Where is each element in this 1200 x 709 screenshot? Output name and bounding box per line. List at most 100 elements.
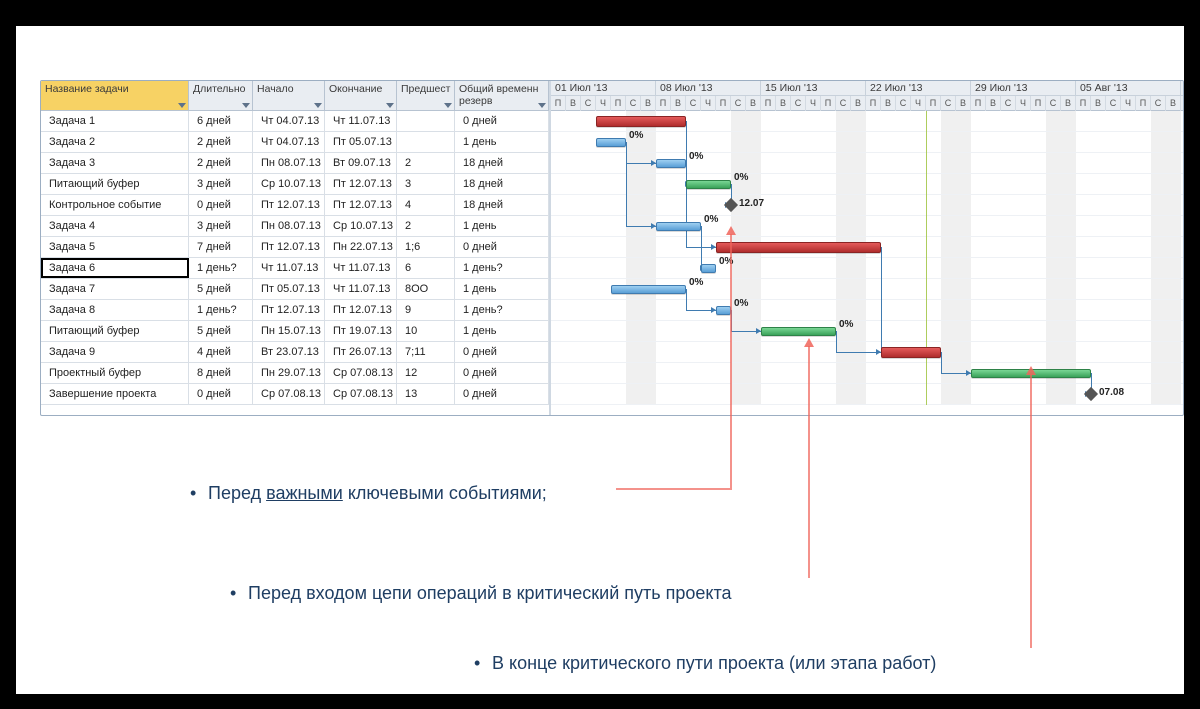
cell-duration[interactable]: 1 день? <box>189 300 253 320</box>
column-header-name[interactable]: Название задачи <box>41 81 189 110</box>
cell-slack[interactable]: 1 день <box>455 216 549 236</box>
cell-start[interactable]: Пт 12.07.13 <box>253 195 325 215</box>
task-bar[interactable] <box>701 264 716 273</box>
cell-name[interactable]: Задача 9 <box>41 342 189 362</box>
cell-finish[interactable]: Вт 09.07.13 <box>325 153 397 173</box>
task-bar[interactable] <box>761 327 836 336</box>
task-bar[interactable] <box>716 306 731 315</box>
cell-pred[interactable]: 2 <box>397 153 455 173</box>
cell-duration[interactable]: 7 дней <box>189 237 253 257</box>
cell-name[interactable]: Задача 7 <box>41 279 189 299</box>
cell-start[interactable]: Пт 12.07.13 <box>253 237 325 257</box>
cell-finish[interactable]: Пн 22.07.13 <box>325 237 397 257</box>
column-header-duration[interactable]: Длительно <box>189 81 253 110</box>
cell-duration[interactable]: 4 дней <box>189 342 253 362</box>
cell-start[interactable]: Ср 10.07.13 <box>253 174 325 194</box>
cell-pred[interactable]: 4 <box>397 195 455 215</box>
cell-name[interactable]: Задача 2 <box>41 132 189 152</box>
table-row[interactable]: Задача 57 днейПт 12.07.13Пн 22.07.131;60… <box>41 237 549 258</box>
cell-start[interactable]: Вт 23.07.13 <box>253 342 325 362</box>
task-bar[interactable] <box>656 222 701 231</box>
table-row[interactable]: Проектный буфер8 днейПн 29.07.13Ср 07.08… <box>41 363 549 384</box>
cell-pred[interactable]: 1;6 <box>397 237 455 257</box>
cell-slack[interactable]: 1 день <box>455 132 549 152</box>
task-bar[interactable] <box>716 242 881 253</box>
cell-finish[interactable]: Ср 07.08.13 <box>325 363 397 383</box>
cell-finish[interactable]: Ср 07.08.13 <box>325 384 397 404</box>
cell-name[interactable]: Задача 4 <box>41 216 189 236</box>
cell-finish[interactable]: Пт 12.07.13 <box>325 300 397 320</box>
milestone-marker[interactable] <box>1084 387 1098 401</box>
table-row[interactable]: Контрольное событие0 днейПт 12.07.13Пт 1… <box>41 195 549 216</box>
table-row[interactable]: Питающий буфер3 днейСр 10.07.13Пт 12.07.… <box>41 174 549 195</box>
task-bar[interactable] <box>611 285 686 294</box>
task-bar[interactable] <box>686 180 731 189</box>
cell-start[interactable]: Пт 12.07.13 <box>253 300 325 320</box>
cell-start[interactable]: Пт 05.07.13 <box>253 279 325 299</box>
cell-finish[interactable]: Пт 12.07.13 <box>325 195 397 215</box>
cell-duration[interactable]: 0 дней <box>189 195 253 215</box>
cell-slack[interactable]: 0 дней <box>455 363 549 383</box>
milestone-marker[interactable] <box>724 198 738 212</box>
cell-pred[interactable]: 12 <box>397 363 455 383</box>
cell-pred[interactable]: 6 <box>397 258 455 278</box>
cell-pred[interactable]: 13 <box>397 384 455 404</box>
cell-name[interactable]: Проектный буфер <box>41 363 189 383</box>
cell-finish[interactable]: Ср 10.07.13 <box>325 216 397 236</box>
cell-pred[interactable]: 9 <box>397 300 455 320</box>
cell-finish[interactable]: Пт 26.07.13 <box>325 342 397 362</box>
cell-start[interactable]: Чт 04.07.13 <box>253 111 325 131</box>
cell-pred[interactable] <box>397 132 455 152</box>
table-row[interactable]: Задача 43 днейПн 08.07.13Ср 10.07.1321 д… <box>41 216 549 237</box>
cell-finish[interactable]: Пт 19.07.13 <box>325 321 397 341</box>
column-header-start[interactable]: Начало <box>253 81 325 110</box>
dropdown-icon[interactable] <box>314 103 322 108</box>
cell-name[interactable]: Задача 8 <box>41 300 189 320</box>
cell-start[interactable]: Пн 08.07.13 <box>253 153 325 173</box>
cell-duration[interactable]: 2 дней <box>189 132 253 152</box>
cell-start[interactable]: Чт 11.07.13 <box>253 258 325 278</box>
cell-start[interactable]: Ср 07.08.13 <box>253 384 325 404</box>
cell-name[interactable]: Задача 1 <box>41 111 189 131</box>
cell-duration[interactable]: 6 дней <box>189 111 253 131</box>
table-row[interactable]: Задача 61 день?Чт 11.07.13Чт 11.07.1361 … <box>41 258 549 279</box>
cell-start[interactable]: Пн 15.07.13 <box>253 321 325 341</box>
cell-name[interactable]: Задача 3 <box>41 153 189 173</box>
table-row[interactable]: Задача 32 днейПн 08.07.13Вт 09.07.13218 … <box>41 153 549 174</box>
cell-duration[interactable]: 5 дней <box>189 321 253 341</box>
cell-start[interactable]: Пн 08.07.13 <box>253 216 325 236</box>
column-header-slack[interactable]: Общий временн резерв <box>455 81 549 110</box>
table-row[interactable]: Завершение проекта0 днейСр 07.08.13Ср 07… <box>41 384 549 405</box>
table-row[interactable]: Задача 94 днейВт 23.07.13Пт 26.07.137;11… <box>41 342 549 363</box>
table-row[interactable]: Питающий буфер5 днейПн 15.07.13Пт 19.07.… <box>41 321 549 342</box>
cell-pred[interactable]: 3 <box>397 174 455 194</box>
dropdown-icon[interactable] <box>444 103 452 108</box>
cell-name[interactable]: Питающий буфер <box>41 174 189 194</box>
cell-start[interactable]: Чт 04.07.13 <box>253 132 325 152</box>
cell-name[interactable]: Контрольное событие <box>41 195 189 215</box>
cell-finish[interactable]: Пт 05.07.13 <box>325 132 397 152</box>
cell-slack[interactable]: 0 дней <box>455 384 549 404</box>
cell-duration[interactable]: 1 день? <box>189 258 253 278</box>
cell-pred[interactable]: 8ОО <box>397 279 455 299</box>
cell-pred[interactable]: 10 <box>397 321 455 341</box>
task-bar[interactable] <box>596 116 686 127</box>
cell-slack[interactable]: 1 день? <box>455 258 549 278</box>
cell-slack[interactable]: 1 день <box>455 321 549 341</box>
cell-finish[interactable]: Пт 12.07.13 <box>325 174 397 194</box>
cell-name[interactable]: Питающий буфер <box>41 321 189 341</box>
table-row[interactable]: Задача 75 днейПт 05.07.13Чт 11.07.138ОО1… <box>41 279 549 300</box>
cell-duration[interactable]: 8 дней <box>189 363 253 383</box>
cell-slack[interactable]: 1 день? <box>455 300 549 320</box>
cell-slack[interactable]: 0 дней <box>455 111 549 131</box>
cell-name[interactable]: Завершение проекта <box>41 384 189 404</box>
column-header-finish[interactable]: Окончание <box>325 81 397 110</box>
column-header-pred[interactable]: Предшест <box>397 81 455 110</box>
cell-name[interactable]: Задача 6 <box>41 258 189 278</box>
task-bar[interactable] <box>656 159 686 168</box>
cell-slack[interactable]: 0 дней <box>455 237 549 257</box>
cell-finish[interactable]: Чт 11.07.13 <box>325 258 397 278</box>
cell-slack[interactable]: 18 дней <box>455 153 549 173</box>
cell-duration[interactable]: 0 дней <box>189 384 253 404</box>
cell-duration[interactable]: 2 дней <box>189 153 253 173</box>
